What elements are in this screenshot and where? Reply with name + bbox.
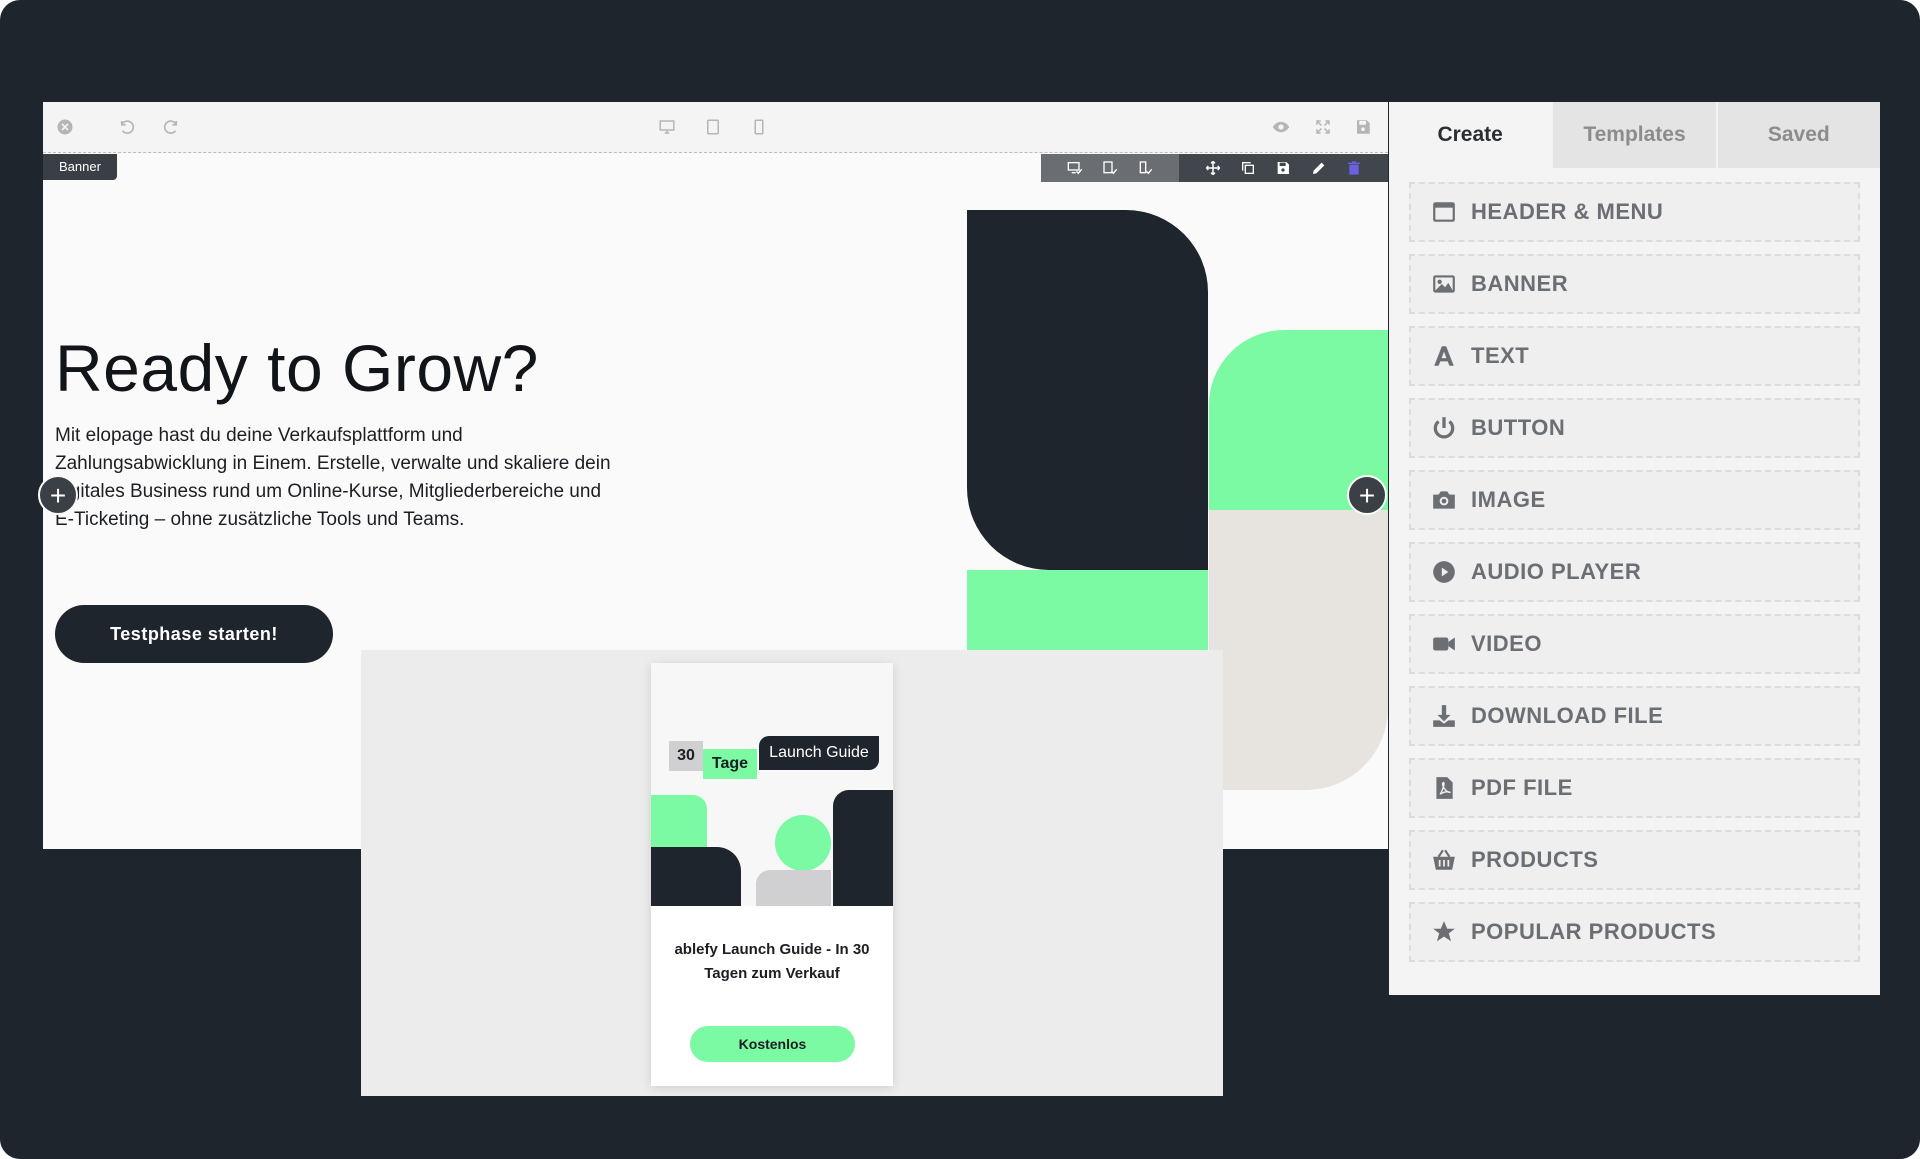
- element-list: HEADER & MENU BANNER TEXT BUTTON IMAGE A…: [1389, 168, 1880, 962]
- badge-days: Tage: [703, 749, 757, 779]
- hero-shape-dark: [967, 210, 1208, 570]
- window-icon: [1429, 197, 1459, 227]
- elements-panel: Create Templates Saved HEADER & MENU BAN…: [1389, 102, 1880, 995]
- add-block-left-button[interactable]: +: [38, 475, 78, 515]
- block-tools: [1041, 154, 1388, 182]
- undo-icon[interactable]: [115, 115, 139, 139]
- element-download-file[interactable]: DOWNLOAD FILE: [1409, 686, 1860, 746]
- trash-icon[interactable]: [1343, 157, 1365, 179]
- duplicate-icon[interactable]: [1237, 157, 1259, 179]
- redo-icon[interactable]: [159, 115, 183, 139]
- cover-shape-gray: [756, 870, 831, 906]
- element-header-menu[interactable]: HEADER & MENU: [1409, 182, 1860, 242]
- eye-icon[interactable]: [1269, 115, 1293, 139]
- panel-tabs: Create Templates Saved: [1389, 102, 1880, 168]
- element-audio-player[interactable]: AUDIO PLAYER: [1409, 542, 1860, 602]
- camera-icon: [1429, 485, 1459, 515]
- cover-shape-green: [651, 795, 707, 855]
- tablet-visibility-icon[interactable]: [1099, 157, 1121, 179]
- cover-shape-circle: [775, 815, 831, 871]
- tab-saved[interactable]: Saved: [1715, 102, 1880, 168]
- tablet-view-icon[interactable]: [701, 115, 725, 139]
- element-banner[interactable]: BANNER: [1409, 254, 1860, 314]
- tab-create[interactable]: Create: [1389, 102, 1552, 168]
- hero-title[interactable]: Ready to Grow?: [55, 330, 539, 406]
- block-label-banner: Banner: [43, 154, 117, 180]
- add-block-right-button[interactable]: +: [1347, 475, 1387, 515]
- tab-templates[interactable]: Templates: [1551, 102, 1716, 168]
- desktop-view-icon[interactable]: [655, 115, 679, 139]
- close-circle-icon[interactable]: [53, 115, 77, 139]
- hero-shape-green-bar: [967, 570, 1208, 651]
- pdf-file-icon: [1429, 773, 1459, 803]
- power-icon: [1429, 413, 1459, 443]
- product-title: ablefy Launch Guide - In 30 Tagen zum Ve…: [674, 941, 870, 982]
- element-video[interactable]: VIDEO: [1409, 614, 1860, 674]
- save-icon[interactable]: [1351, 115, 1375, 139]
- edit-pencil-icon[interactable]: [1308, 157, 1330, 179]
- download-icon: [1429, 701, 1459, 731]
- cover-shape-dark-right: [833, 790, 893, 906]
- basket-icon: [1429, 845, 1459, 875]
- element-button[interactable]: BUTTON: [1409, 398, 1860, 458]
- hero-shape-beige: [1209, 510, 1388, 790]
- play-icon: [1429, 557, 1459, 587]
- product-cover-image: 30 Tage Launch Guide: [651, 663, 893, 906]
- element-text[interactable]: TEXT: [1409, 326, 1860, 386]
- element-products[interactable]: PRODUCTS: [1409, 830, 1860, 890]
- video-camera-icon: [1429, 629, 1459, 659]
- image-icon: [1429, 269, 1459, 299]
- badge-number: 30: [669, 741, 703, 771]
- mobile-view-icon[interactable]: [747, 115, 771, 139]
- element-popular-products[interactable]: POPULAR PRODUCTS: [1409, 902, 1860, 962]
- desktop-visibility-icon[interactable]: [1064, 157, 1086, 179]
- font-icon: [1429, 341, 1459, 371]
- start-trial-button[interactable]: Testphase starten!: [55, 605, 333, 663]
- free-product-button[interactable]: Kostenlos: [690, 1026, 855, 1062]
- move-icon[interactable]: [1202, 157, 1224, 179]
- star-icon: [1429, 917, 1459, 947]
- hero-description[interactable]: Mit elopage hast du deine Verkaufsplattf…: [55, 422, 615, 534]
- save-block-icon[interactable]: [1272, 157, 1294, 179]
- element-pdf-file[interactable]: PDF FILE: [1409, 758, 1860, 818]
- mobile-visibility-icon[interactable]: [1134, 157, 1156, 179]
- cover-shape-dark: [651, 847, 741, 906]
- badge-guide: Launch Guide: [759, 736, 879, 770]
- product-card[interactable]: 30 Tage Launch Guide ablefy Launch Guide…: [651, 663, 893, 1086]
- editor-toolbar: [43, 102, 1388, 153]
- element-image[interactable]: IMAGE: [1409, 470, 1860, 530]
- fullscreen-icon[interactable]: [1311, 115, 1335, 139]
